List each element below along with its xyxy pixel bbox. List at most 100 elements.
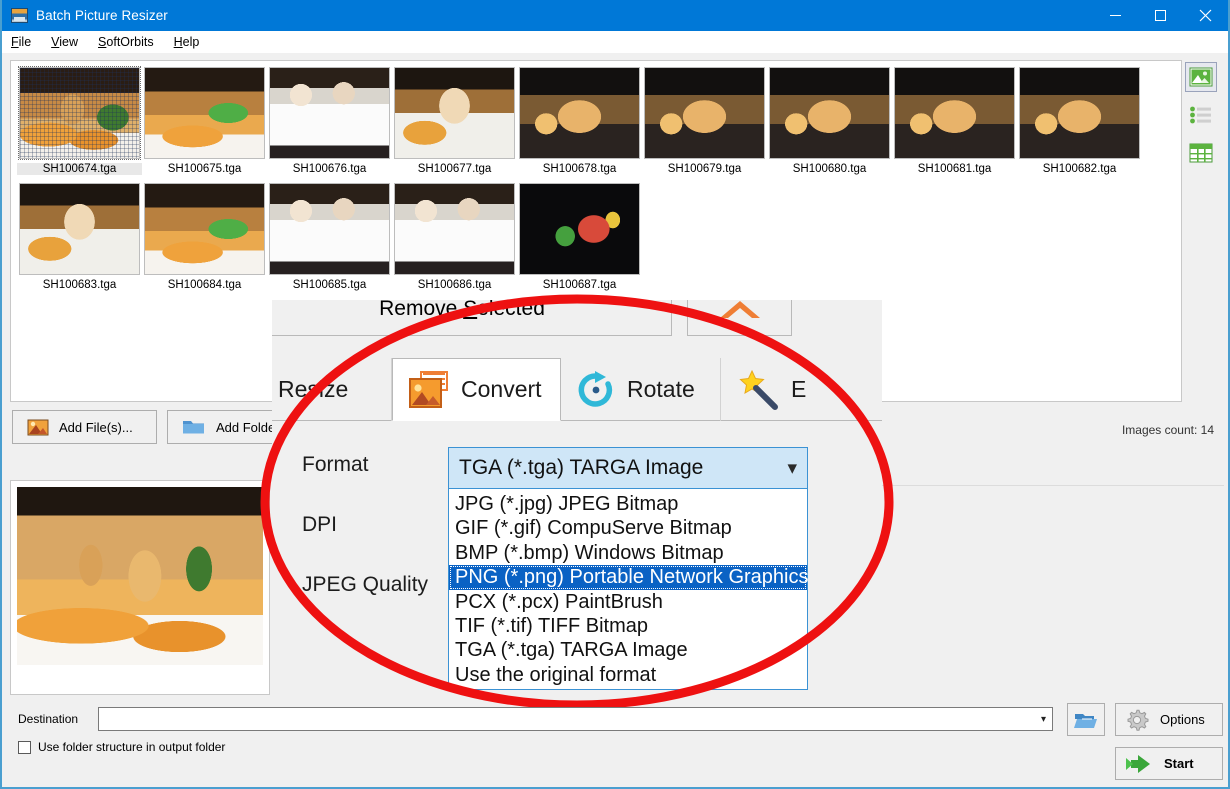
thumbnail-item[interactable]: SH100682.tga	[1017, 67, 1142, 177]
thumbnail-art	[395, 68, 514, 158]
thumbnail-image	[644, 67, 765, 159]
tab-effects[interactable]: E	[721, 358, 882, 421]
thumbnail-image	[19, 183, 140, 275]
move-up-button[interactable]	[687, 300, 792, 336]
close-button[interactable]	[1183, 0, 1228, 31]
format-option[interactable]: GIF (*.gif) CompuServe Bitmap	[449, 516, 807, 540]
thumbnail-image	[19, 67, 140, 159]
panel-divider	[852, 485, 1224, 486]
thumbnail-art	[1020, 68, 1139, 158]
format-option[interactable]: TGA (*.tga) TARGA Image	[449, 638, 807, 662]
thumbnail-item[interactable]: SH100684.tga	[142, 183, 267, 291]
picture-icon	[1189, 67, 1213, 87]
thumbnail-filename: SH100674.tga	[17, 163, 142, 175]
thumbnail-image	[769, 67, 890, 159]
thumbnail-art	[645, 68, 764, 158]
thumbnail-item[interactable]: SH100685.tga	[267, 183, 392, 291]
tab-resize[interactable]: Resize	[272, 358, 392, 421]
menu-bar: FFileile View SoftOrbits Help	[2, 31, 1228, 53]
tab-convert[interactable]: Convert	[392, 358, 561, 421]
destination-label: Destination	[18, 712, 88, 726]
tab-resize-label: Resize	[278, 376, 348, 403]
thumbnail-filename: SH100678.tga	[517, 163, 642, 175]
thumbnail-view-button[interactable]	[1185, 62, 1217, 92]
format-dropdown-list[interactable]: JPG (*.jpg) JPEG BitmapGIF (*.gif) Compu…	[448, 489, 808, 690]
jpeg-quality-label: JPEG Quality	[302, 573, 428, 597]
thumbnail-art	[145, 184, 264, 274]
thumbnail-art	[20, 68, 139, 158]
format-option[interactable]: JPG (*.jpg) JPEG Bitmap	[449, 492, 807, 516]
thumbnail-item[interactable]: SH100678.tga	[517, 67, 642, 177]
format-option[interactable]: TIF (*.tif) TIFF Bitmap	[449, 614, 807, 638]
thumbnail-item[interactable]: SH100676.tga	[267, 67, 392, 177]
tab-rotate[interactable]: Rotate	[561, 358, 721, 421]
orange-chevron-up-icon	[716, 300, 764, 322]
list-view-button[interactable]	[1185, 100, 1217, 130]
start-label: Start	[1164, 756, 1194, 771]
application-window: Batch Picture Resizer FFileile View Soft…	[0, 0, 1230, 789]
maximize-button[interactable]	[1138, 0, 1183, 31]
menu-item-help[interactable]: Help	[174, 35, 200, 49]
thumbnail-item[interactable]: SH100675.tga	[142, 67, 267, 177]
thumbnail-art	[895, 68, 1014, 158]
use-folder-structure-row[interactable]: Use folder structure in output folder	[18, 740, 225, 754]
format-option[interactable]: Use the original format	[449, 663, 807, 687]
destination-input[interactable]: ▾	[98, 707, 1053, 731]
thumbnail-item[interactable]: SH100686.tga	[392, 183, 517, 291]
thumbnail-item[interactable]: SH100683.tga	[17, 183, 142, 291]
use-folder-structure-checkbox[interactable]	[18, 741, 31, 754]
add-files-button[interactable]: Add File(s)...	[12, 410, 157, 444]
tab-strip: Resize Convert Rotate	[272, 358, 882, 421]
menu-item-file[interactable]: FFileile	[11, 35, 31, 49]
folder-icon	[182, 418, 206, 436]
options-button[interactable]: Options	[1115, 703, 1223, 736]
options-label: Options	[1160, 712, 1205, 727]
remove-selected-label: Remove Selected	[379, 300, 545, 321]
window-title: Batch Picture Resizer	[36, 8, 168, 23]
thumbnail-item[interactable]: SH100680.tga	[767, 67, 892, 177]
window-controls	[1093, 0, 1228, 31]
format-option[interactable]: BMP (*.bmp) Windows Bitmap	[449, 541, 807, 565]
add-files-label: Add File(s)...	[59, 420, 133, 435]
magnified-region: Remove Selected Resize	[272, 300, 882, 704]
gear-icon	[1124, 707, 1150, 733]
thumbnail-image	[1019, 67, 1140, 159]
open-folder-icon	[1074, 710, 1098, 730]
start-button[interactable]: Start	[1115, 747, 1223, 780]
thumbnail-art	[145, 68, 264, 158]
menu-item-view[interactable]: View	[51, 35, 78, 49]
thumbnail-filename: SH100675.tga	[142, 163, 267, 175]
chevron-down-icon[interactable]: ▾	[1041, 714, 1046, 725]
menu-item-softorbits[interactable]: SoftOrbits	[98, 35, 154, 49]
format-combobox[interactable]: TGA (*.tga) TARGA Image ▾	[448, 447, 808, 489]
grid-view-button[interactable]	[1185, 138, 1217, 168]
close-icon	[1199, 9, 1212, 22]
minimize-button[interactable]	[1093, 0, 1138, 31]
thumbnail-filename: SH100679.tga	[642, 163, 767, 175]
thumbnail-image	[519, 67, 640, 159]
thumbnail-art	[520, 184, 639, 274]
preview-image	[17, 487, 263, 665]
thumbnail-image	[894, 67, 1015, 159]
magic-wand-icon	[735, 369, 781, 411]
thumbnail-item[interactable]: SH100674.tga	[17, 67, 142, 177]
format-option[interactable]: PCX (*.pcx) PaintBrush	[449, 590, 807, 614]
thumbnail-filename: SH100681.tga	[892, 163, 1017, 175]
thumbnail-filename: SH100677.tga	[392, 163, 517, 175]
format-option[interactable]: PNG (*.png) Portable Network Graphics	[449, 565, 807, 589]
remove-selected-button[interactable]: Remove Selected	[272, 300, 672, 336]
picture-icon	[27, 419, 49, 436]
thumbnail-filename: SH100683.tga	[17, 279, 142, 291]
chevron-down-icon: ▾	[787, 457, 797, 480]
thumbnail-filename: SH100684.tga	[142, 279, 267, 291]
tab-rotate-label: Rotate	[627, 376, 695, 403]
browse-destination-button[interactable]	[1067, 703, 1105, 736]
thumbnail-item[interactable]: SH100681.tga	[892, 67, 1017, 177]
green-arrow-icon	[1124, 753, 1154, 775]
thumbnail-item[interactable]: SH100679.tga	[642, 67, 767, 177]
thumbnail-image	[269, 67, 390, 159]
thumbnail-item[interactable]: SH100687.tga	[517, 183, 642, 291]
thumbnail-art	[395, 184, 514, 274]
thumbnail-art	[770, 68, 889, 158]
thumbnail-item[interactable]: SH100677.tga	[392, 67, 517, 177]
